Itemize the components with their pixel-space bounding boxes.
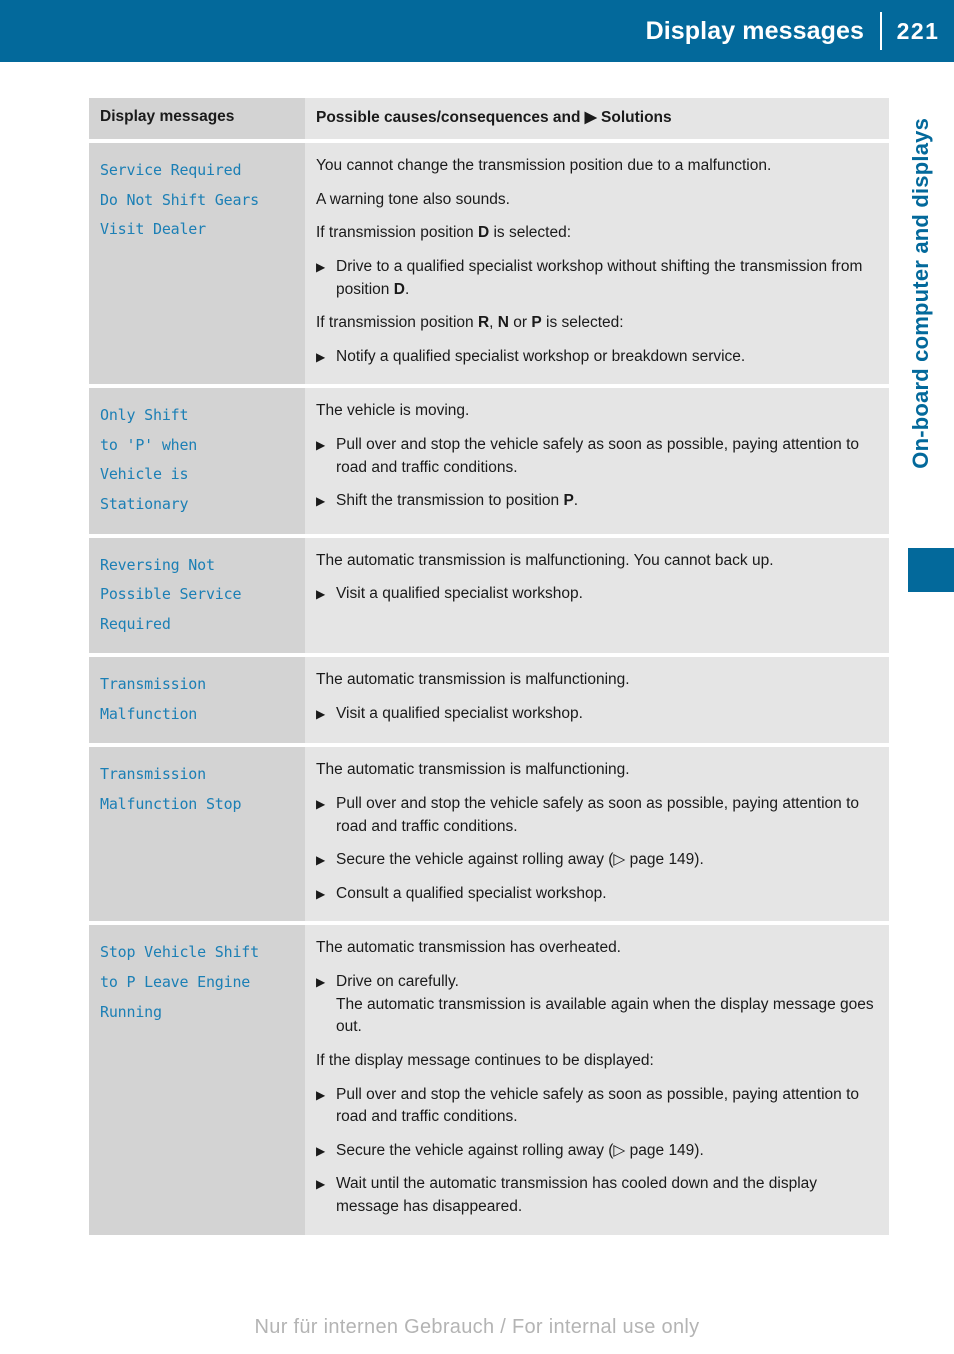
- causes-and-solutions-cell: The vehicle is moving. ▶ Pull over and sto…: [305, 388, 889, 534]
- table-row: Stop Vehicle Shift to P Leave Engine Run…: [89, 925, 889, 1235]
- solution-bullet-text: Consult a qualified specialist workshop.: [336, 884, 607, 902]
- solution-triangle-icon: ▶: [316, 886, 326, 901]
- solution-bullet: ▶ Drive to a qualified specialist worksho…: [316, 256, 877, 301]
- solution-triangle-icon: ▶: [316, 853, 326, 868]
- solution-bullet-text: Drive on carefully. The automatic transmi…: [336, 973, 874, 1036]
- solution-bullet-text: Pull over and stop the vehicle safely as…: [336, 794, 860, 835]
- solution-bullet: ▶ Pull over and stop the vehicle safely a…: [316, 1084, 877, 1129]
- column-header-suffix: Solutions: [596, 109, 672, 126]
- solution-bullet: ▶ Pull over and stop the vehicle safely a…: [316, 793, 877, 838]
- cause-paragraph: A warning tone also sounds.: [316, 190, 510, 208]
- solution-bullet-text: Shift the transmission to position P.: [336, 492, 579, 510]
- solution-bullet-text: Secure the vehicle against rolling away …: [336, 851, 704, 869]
- solution-bullet: ▶ Pull over and stop the vehicle safely a…: [316, 434, 877, 479]
- display-messages-table: Display messages Possible causes/consequ…: [89, 98, 889, 1235]
- column-header-prefix: Possible causes/consequences and: [316, 109, 585, 126]
- solution-bullet-text: Drive to a qualified specialist workshop…: [336, 257, 863, 298]
- table-row: Only Shift to 'P' when Vehicle is Statio…: [89, 388, 889, 534]
- solution-bullet: ▶ Secure the vehicle against rolling away…: [316, 1140, 877, 1163]
- causes-and-solutions-cell: The automatic transmission is malfunctio…: [305, 747, 889, 922]
- chapter-label: On-board computer and displays: [908, 118, 933, 469]
- solution-bullet: ▶ Visit a qualified specialist workshop.: [316, 703, 877, 726]
- chapter-side-tab: On-board computer and displays: [888, 0, 954, 1354]
- solution-triangle-icon: ▶: [316, 1087, 326, 1102]
- solution-bullet-text: Secure the vehicle against rolling away …: [336, 1141, 704, 1159]
- table-row: Reversing Not Possible Service Required T…: [89, 537, 889, 654]
- display-message-text: Stop Vehicle Shift to P Leave Engine Run…: [89, 925, 305, 1235]
- solution-bullet-text: Pull over and stop the vehicle safely as…: [336, 436, 860, 476]
- display-message-text: Service Required Do Not Shift Gears Visi…: [89, 143, 305, 385]
- solution-triangle-icon: ▶: [316, 438, 326, 452]
- column-header-causes-solutions: Possible causes/consequences and ▶ Solut…: [305, 98, 889, 139]
- cause-paragraph: If transmission position D is selected:: [316, 224, 572, 242]
- solution-triangle-icon: ▶: [316, 706, 326, 721]
- solution-triangle-icon: ▶: [316, 587, 326, 602]
- cause-paragraph: If transmission position R, N or P is se…: [316, 314, 624, 332]
- cause-paragraph: The vehicle is moving.: [316, 402, 470, 420]
- solution-bullet-text: Visit a qualified specialist workshop.: [336, 704, 583, 722]
- solution-triangle-icon: ▶: [316, 259, 326, 274]
- page-title: Display messages: [645, 16, 864, 45]
- solution-bullet: ▶ Notify a qualified specialist workshop …: [316, 346, 877, 369]
- solution-bullet-text: Pull over and stop the vehicle safely as…: [336, 1085, 860, 1126]
- causes-and-solutions-cell: The automatic transmission has overheate…: [305, 925, 889, 1235]
- solution-triangle-icon: ▶: [316, 349, 326, 364]
- solution-bullet: ▶ Wait until the automatic transmission h…: [316, 1173, 877, 1218]
- causes-and-solutions-cell: The automatic transmission is malfunctio…: [305, 657, 889, 744]
- solution-triangle-icon: ▶: [316, 796, 326, 811]
- solution-bullet: ▶ Visit a qualified specialist workshop.: [316, 583, 877, 606]
- solution-bullet: ▶ Shift the transmission to position P.: [316, 490, 877, 513]
- cause-paragraph: The automatic transmission is malfunctio…: [316, 551, 774, 569]
- solution-bullet: ▶ Secure the vehicle against rolling away…: [316, 849, 877, 872]
- display-message-text: Transmission Malfunction Stop: [89, 747, 305, 922]
- table-row: Transmission Malfunction Stop The automat…: [89, 747, 889, 922]
- solution-triangle-icon: ▶: [316, 494, 326, 509]
- solution-triangle-icon: ▶: [316, 975, 326, 990]
- display-message-text: Only Shift to 'P' when Vehicle is Statio…: [89, 388, 305, 534]
- solution-triangle-icon: ▶: [316, 1143, 326, 1158]
- solution-bullet-text: Notify a qualified specialist workshop o…: [336, 347, 746, 365]
- solution-bullet-text: Visit a qualified specialist workshop.: [336, 585, 583, 603]
- solutions-triangle-icon: ▶: [584, 109, 597, 126]
- display-message-text: Transmission Malfunction: [89, 657, 305, 744]
- solution-triangle-icon: ▶: [316, 1177, 326, 1192]
- display-message-text: Reversing Not Possible Service Required: [89, 537, 305, 654]
- table-header-row: Display messages Possible causes/consequ…: [89, 98, 889, 139]
- page-header-bar: Display messages 221: [0, 0, 954, 62]
- column-header-display-messages: Display messages: [89, 98, 305, 139]
- solution-bullet: ▶ Drive on carefully. The automatic transm…: [316, 971, 877, 1039]
- footer-watermark: Nur für internen Gebrauch / For internal…: [254, 1316, 700, 1338]
- solution-bullet-text: Wait until the automatic transmission ha…: [336, 1175, 818, 1216]
- cause-paragraph: You cannot change the transmission posit…: [316, 157, 772, 174]
- table-row: Transmission Malfunction The automatic tr…: [89, 657, 889, 744]
- page-number: 221: [896, 17, 940, 44]
- chapter-tab-marker: [908, 548, 954, 592]
- solution-bullet: ▶ Consult a qualified specialist workshop…: [316, 883, 877, 906]
- causes-and-solutions-cell: The automatic transmission is malfunctio…: [305, 537, 889, 654]
- cause-paragraph: The automatic transmission is malfunctio…: [316, 761, 630, 779]
- cause-paragraph: The automatic transmission is malfunctio…: [316, 671, 630, 689]
- cause-paragraph: If the display message continues to be d…: [316, 1051, 654, 1069]
- table-rows-container: Service Required Do Not Shift Gears Visi…: [89, 143, 889, 1235]
- cause-paragraph: The automatic transmission has overheate…: [316, 939, 621, 957]
- table-row: Service Required Do Not Shift Gears Visi…: [89, 143, 889, 385]
- causes-and-solutions-cell: You cannot change the transmission posit…: [305, 143, 889, 385]
